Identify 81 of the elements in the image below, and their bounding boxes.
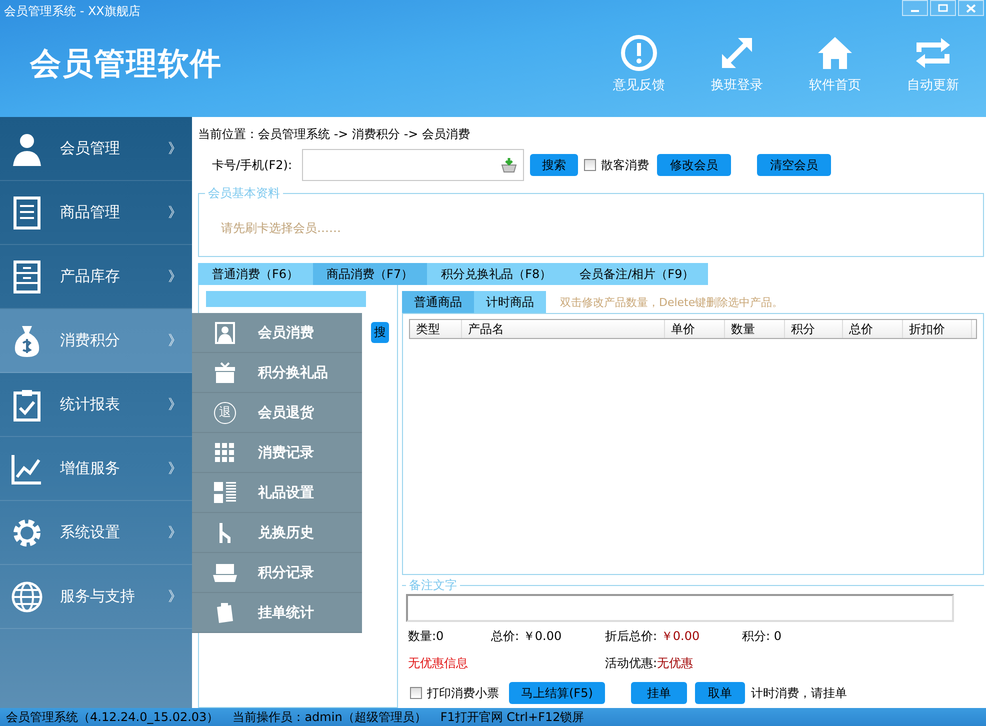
- globe-icon: [11, 580, 43, 612]
- sidebar-item[interactable]: 统计报表 》: [0, 373, 192, 437]
- menu-item[interactable]: 退 会员退货: [192, 393, 362, 433]
- menu-item[interactable]: 积分记录: [192, 553, 362, 593]
- discount-info-text: 无优惠信息: [408, 655, 469, 672]
- sidebar-item[interactable]: 商品管理 》: [0, 181, 192, 245]
- tab[interactable]: 普通消费（F6）: [198, 263, 313, 285]
- column-header: 类型: [410, 320, 462, 338]
- menu-item[interactable]: 兑换历史: [192, 513, 362, 553]
- points-text: 积分: 0: [742, 628, 782, 645]
- fork-arrows-icon: [217, 522, 233, 544]
- hold-button[interactable]: 挂单: [630, 682, 687, 704]
- alert-icon: [620, 34, 658, 72]
- minimize-button[interactable]: [902, 0, 928, 16]
- action-button[interactable]: 清空会员: [757, 154, 831, 176]
- field-label: 卡号/手机(F2):: [212, 156, 293, 174]
- chart-icon: [11, 452, 43, 484]
- menu-item[interactable]: 挂单统计: [192, 593, 362, 633]
- tab[interactable]: 积分兑换礼品（F8）: [427, 263, 566, 285]
- search-button[interactable]: 搜索: [530, 154, 578, 176]
- gift-icon: [214, 362, 236, 384]
- close-button[interactable]: [958, 0, 984, 16]
- breadcrumb: 当前位置：会员管理系统 -> 消费积分 -> 会员消费: [198, 126, 470, 142]
- checkout-button[interactable]: 马上结算(F5): [509, 682, 605, 704]
- column-header: 折扣价: [903, 320, 972, 338]
- clipboard-icon: [215, 602, 235, 624]
- quantity-text: 数量:0: [408, 628, 445, 645]
- search-button[interactable]: 搜: [371, 322, 389, 343]
- settings-icon: [11, 516, 43, 548]
- person-icon: [11, 132, 43, 166]
- clipboard-icon: [13, 388, 41, 422]
- card-input-field[interactable]: [302, 149, 524, 181]
- cabinet-icon: [13, 260, 41, 294]
- promo-text: 活动优惠:无优惠: [605, 655, 694, 672]
- sidebar-item[interactable]: 服务与支持 》: [0, 565, 192, 629]
- app-title: 会员管理软件: [30, 44, 222, 84]
- window-title: 会员管理系统 - XX旗舰店: [3, 3, 142, 20]
- status-text: 会员管理系统（4.12.24.0_15.02.03）: [6, 708, 219, 726]
- maximize-button[interactable]: [930, 0, 956, 16]
- retrieve-button[interactable]: 取单: [694, 682, 745, 704]
- grid-icon: [215, 442, 235, 462]
- basket-icon: [501, 157, 517, 173]
- hint-text: 请先刷卡选择会员……: [220, 220, 342, 237]
- column-header: 总价: [843, 320, 903, 338]
- panel-legend: 会员基本资料: [205, 185, 283, 202]
- note-text: 计时消费，请挂单: [750, 684, 847, 702]
- sidebar-item[interactable]: 消费积分 》: [0, 309, 192, 373]
- sidebar-item[interactable]: 产品库存 》: [0, 245, 192, 309]
- portrait-icon: [215, 322, 235, 344]
- status-text: 当前操作员：admin（超级管理员）: [232, 708, 426, 726]
- tab[interactable]: 会员备注/相片（F9）: [566, 263, 708, 285]
- sidebar-item[interactable]: 会员管理 》: [0, 117, 192, 181]
- checkbox[interactable]: [584, 159, 596, 171]
- tab[interactable]: 普通商品: [402, 291, 474, 313]
- list-icon: [214, 482, 236, 504]
- tab[interactable]: 商品消费（F7）: [312, 263, 428, 285]
- maximize-icon: [938, 4, 948, 12]
- return-icon: 退: [214, 402, 236, 424]
- discount-total-text: 折后总价: ￥0.00: [605, 628, 701, 645]
- column-header: 产品名: [462, 320, 665, 338]
- money-bag-icon: [13, 324, 41, 358]
- status-text: F1打开官网 Ctrl+F12锁屏: [440, 708, 584, 726]
- column-header: 数量: [725, 320, 785, 338]
- tab[interactable]: 计时商品: [474, 291, 546, 313]
- tray-icon: [213, 562, 237, 582]
- checkbox[interactable]: [410, 687, 422, 699]
- menu-item[interactable]: 礼品设置: [192, 473, 362, 513]
- panel-legend: 备注文字: [406, 577, 460, 594]
- menu-item[interactable]: 积分换礼品: [192, 353, 362, 393]
- document-icon: [13, 196, 41, 230]
- menu-item[interactable]: 会员消费: [192, 313, 362, 353]
- close-icon: [966, 4, 976, 12]
- column-header: 积分: [785, 320, 843, 338]
- column-header: 单价: [665, 320, 725, 338]
- hint-text: 双击修改产品数量，Delete键删除选中产品。: [560, 294, 784, 310]
- checkbox-label: 打印消费小票: [427, 684, 499, 702]
- checkbox-label: 散客消费: [601, 156, 649, 174]
- action-button[interactable]: 修改会员: [657, 154, 731, 176]
- menu-item[interactable]: 消费记录: [192, 433, 362, 473]
- total-text: 总价: ￥0.00: [491, 628, 563, 645]
- remark-input-field[interactable]: [406, 594, 954, 622]
